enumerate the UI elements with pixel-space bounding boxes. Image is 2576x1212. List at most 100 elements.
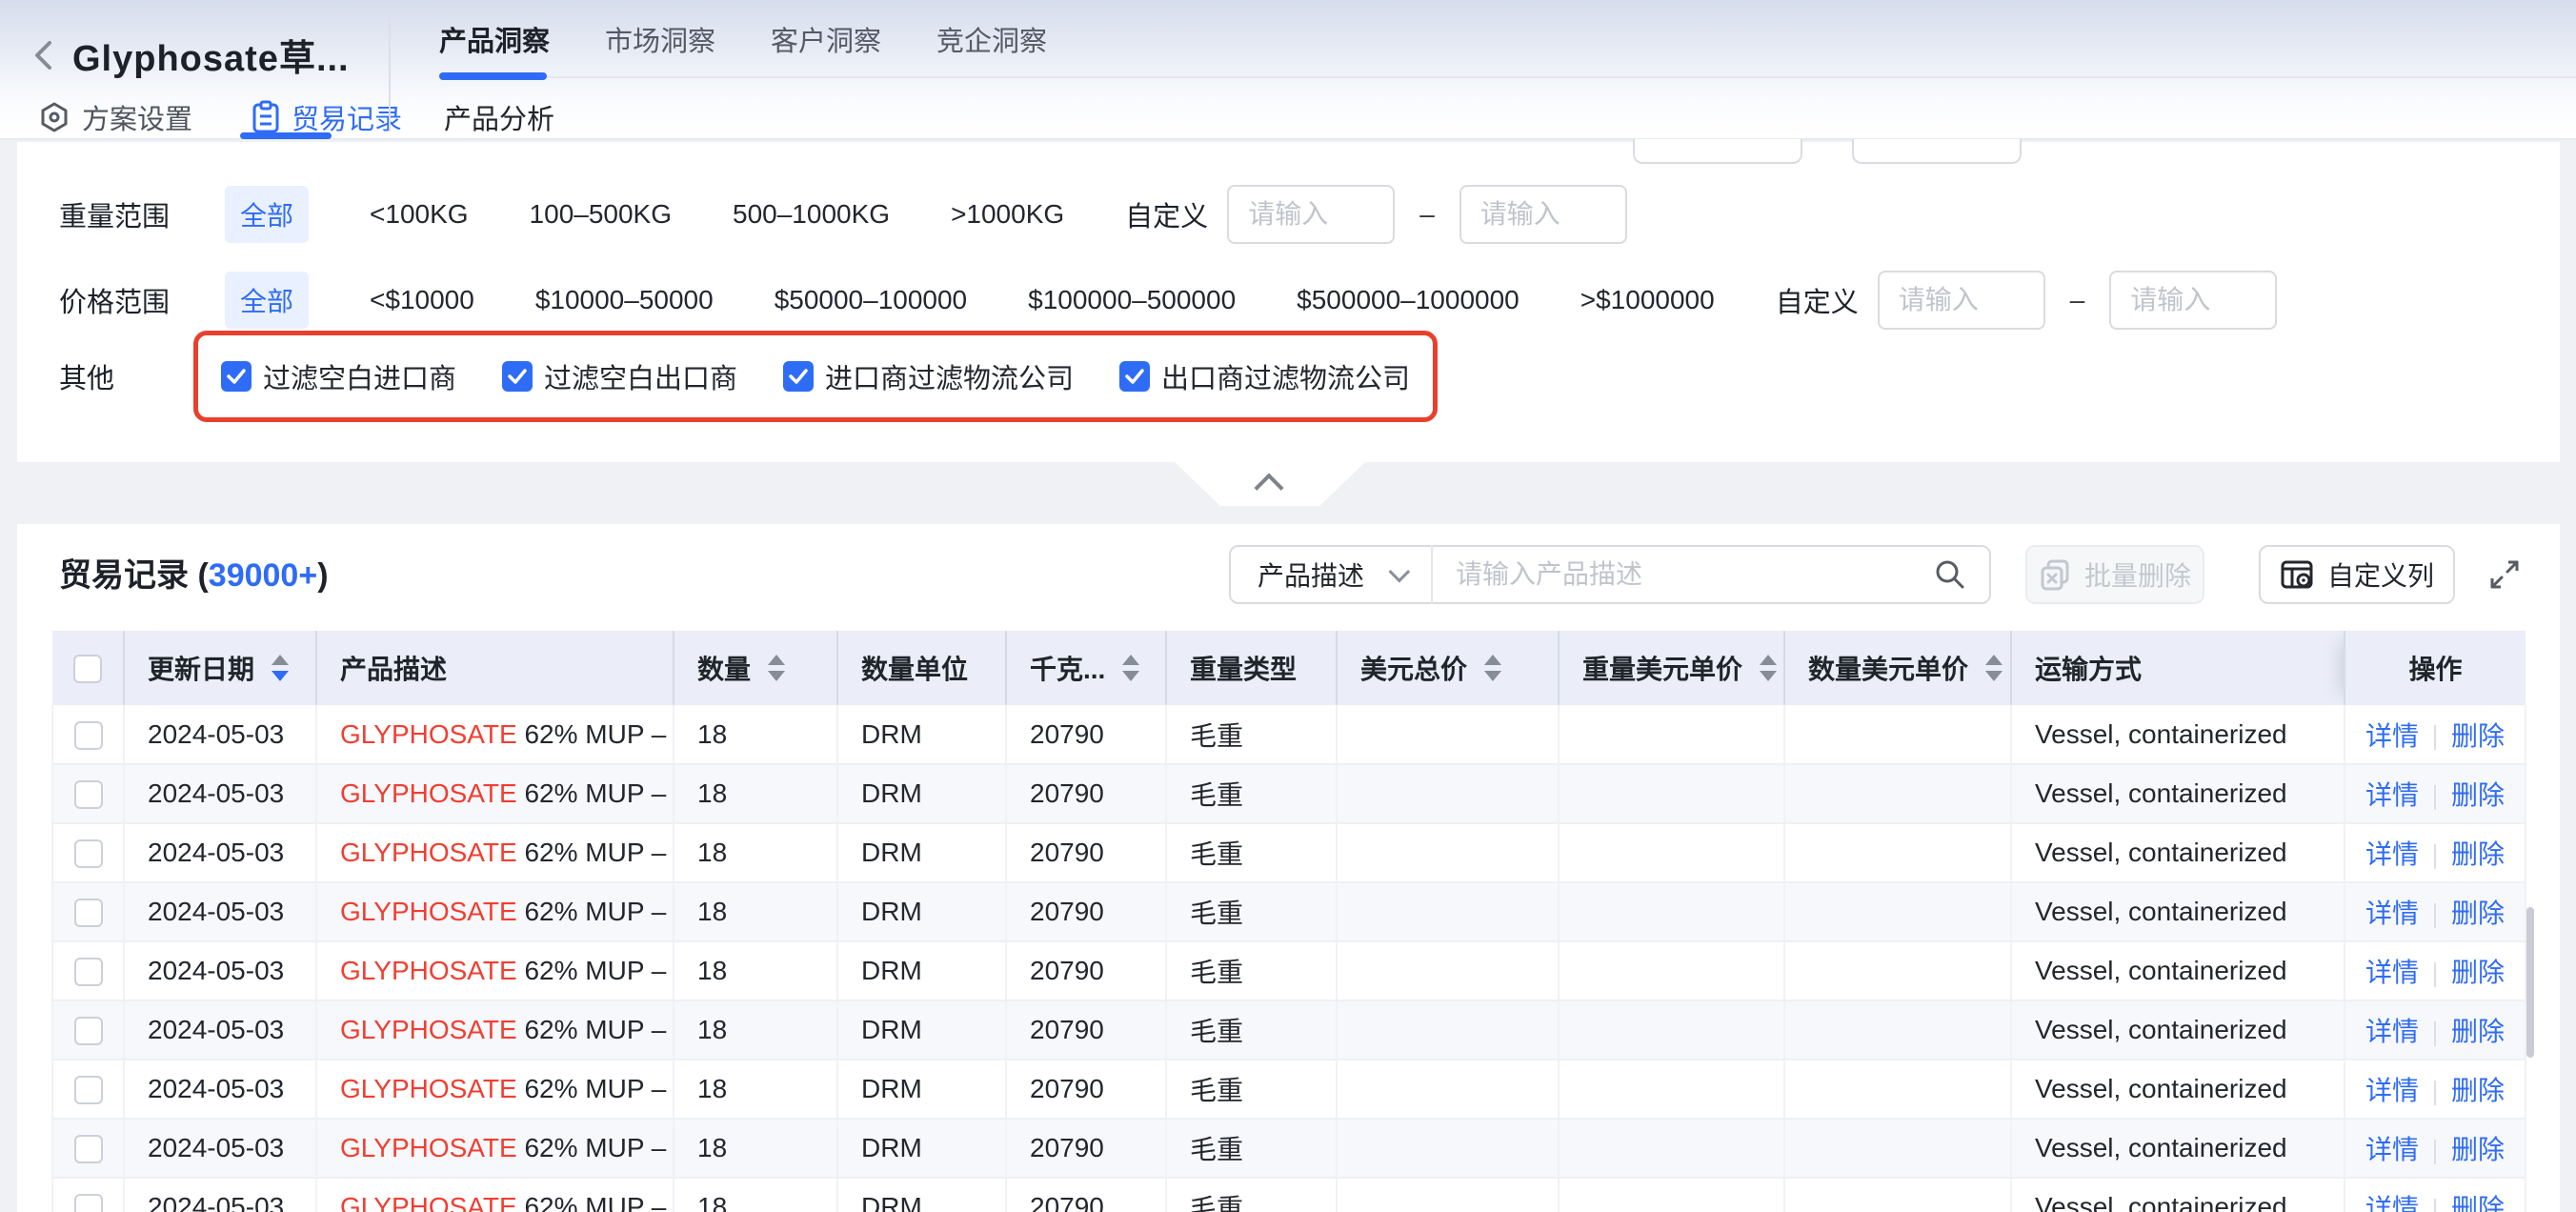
row-checkbox[interactable]: [74, 721, 103, 750]
action-divider: [2434, 1140, 2436, 1164]
weight-option-lt100[interactable]: <100KG: [370, 199, 469, 230]
subnav-item-trade-records[interactable]: 贸易记录: [252, 97, 402, 137]
price-option-6[interactable]: >$1000000: [1580, 285, 1715, 315]
sort-icon[interactable]: [1985, 655, 2002, 681]
product-description-search-input[interactable]: [1433, 547, 1934, 602]
weight-option-all[interactable]: 全部: [225, 186, 309, 243]
cell-kg: 20790: [1006, 1178, 1166, 1212]
tab-competitor-insight[interactable]: 竞企洞察: [936, 19, 1047, 59]
detail-link[interactable]: 详情: [2365, 958, 2419, 987]
cell-usd-per-qty: [1784, 1060, 2011, 1119]
delete-link[interactable]: 删除: [2451, 721, 2505, 751]
checkbox-label: 进口商过滤物流公司: [825, 356, 1074, 396]
detail-link[interactable]: 详情: [2365, 1076, 2419, 1105]
select-all-checkbox[interactable]: [73, 655, 102, 683]
price-option-4[interactable]: $100000–500000: [1028, 285, 1236, 315]
detail-link[interactable]: 详情: [2365, 1194, 2419, 1212]
price-option-5[interactable]: $500000–1000000: [1297, 285, 1519, 315]
checkbox-exporter-filter-logistics[interactable]: 出口商过滤物流公司: [1119, 356, 1410, 396]
detail-link[interactable]: 详情: [2365, 839, 2419, 869]
row-checkbox[interactable]: [74, 1135, 103, 1163]
cell-qty: 18: [674, 1060, 837, 1119]
batch-delete-label: 批量删除: [2084, 556, 2191, 594]
row-checkbox[interactable]: [74, 839, 103, 868]
detail-link[interactable]: 详情: [2365, 780, 2419, 810]
price-option-1[interactable]: <$10000: [370, 285, 474, 315]
col-header-update-date[interactable]: 更新日期: [124, 631, 316, 705]
weight-max-input[interactable]: [1459, 185, 1627, 244]
records-count: 39000+: [209, 557, 317, 594]
price-option-all[interactable]: 全部: [225, 272, 309, 329]
row-checkbox[interactable]: [74, 780, 103, 809]
sort-icon[interactable]: [768, 655, 785, 681]
weight-custom-label[interactable]: 自定义: [1125, 194, 1208, 234]
tab-product-insight[interactable]: 产品洞察: [439, 19, 550, 59]
price-min-input[interactable]: [1878, 271, 2045, 330]
price-max-input[interactable]: [2109, 271, 2277, 330]
cell-qty-unit: DRM: [837, 1060, 1006, 1119]
row-checkbox[interactable]: [74, 1017, 103, 1045]
delete-link[interactable]: 删除: [2451, 780, 2505, 810]
product-keyword-highlight: GLYPHOSATE: [340, 956, 517, 985]
clipped-filter-input-1[interactable]: [1633, 139, 1802, 164]
weight-option-100-500[interactable]: 100–500KG: [530, 199, 672, 230]
col-label: 数量单位: [861, 655, 968, 684]
action-divider: [2434, 1021, 2436, 1046]
row-checkbox[interactable]: [74, 1194, 103, 1212]
weight-option-gt1000[interactable]: >1000KG: [951, 199, 1064, 230]
collapse-filters-handle[interactable]: [1175, 462, 1365, 506]
delete-link[interactable]: 删除: [2451, 958, 2505, 987]
price-custom-label[interactable]: 自定义: [1776, 280, 1859, 320]
row-checkbox[interactable]: [74, 958, 103, 986]
sort-icon[interactable]: [1122, 655, 1139, 681]
fullscreen-button[interactable]: [2488, 558, 2521, 591]
delete-link[interactable]: 删除: [2451, 1194, 2505, 1212]
tab-product-analysis[interactable]: 产品分析: [444, 97, 554, 137]
custom-columns-button[interactable]: 自定义列: [2259, 545, 2455, 604]
subnav-item-plan-settings[interactable]: 方案设置: [38, 97, 192, 137]
col-header-select-all[interactable]: [52, 631, 124, 705]
detail-link[interactable]: 详情: [2365, 1017, 2419, 1046]
cell-usd-per-weight: [1559, 1178, 1784, 1212]
cell-qty: 18: [674, 1119, 837, 1178]
sort-icon[interactable]: [1760, 655, 1777, 681]
delete-link[interactable]: 删除: [2451, 1135, 2505, 1164]
detail-link[interactable]: 详情: [2365, 899, 2419, 928]
sort-icon[interactable]: [272, 655, 289, 681]
col-label: 更新日期: [148, 649, 254, 687]
cell-checkbox: [52, 823, 124, 882]
detail-link[interactable]: 详情: [2365, 1135, 2419, 1164]
price-option-3[interactable]: $50000–100000: [775, 285, 967, 315]
sort-icon[interactable]: [1484, 655, 1501, 681]
price-option-2[interactable]: $10000–50000: [535, 285, 714, 315]
delete-link[interactable]: 删除: [2451, 1076, 2505, 1105]
vertical-scrollbar-thumb[interactable]: [2526, 907, 2534, 1058]
action-divider: [2434, 1199, 2436, 1212]
clipped-filter-input-2[interactable]: [1852, 139, 2022, 164]
weight-min-input[interactable]: [1227, 185, 1395, 244]
search-button[interactable]: [1934, 558, 1989, 591]
delete-link[interactable]: 删除: [2451, 899, 2505, 928]
col-header-usd-per-weight[interactable]: 重量美元单价: [1559, 631, 1784, 705]
delete-link[interactable]: 删除: [2451, 839, 2505, 869]
col-header-usd-total[interactable]: 美元总价: [1337, 631, 1559, 705]
row-checkbox[interactable]: [74, 1076, 103, 1104]
row-checkbox[interactable]: [74, 899, 103, 927]
chevron-up-icon: [1254, 473, 1283, 502]
detail-link[interactable]: 详情: [2365, 721, 2419, 751]
checkbox-filter-blank-importer[interactable]: 过滤空白进口商: [221, 356, 456, 396]
tab-market-insight[interactable]: 市场洞察: [605, 19, 715, 59]
weight-option-500-1000[interactable]: 500–1000KG: [733, 199, 890, 230]
back-button[interactable]: [25, 36, 63, 74]
cell-usd-per-qty: [1784, 823, 2011, 882]
col-header-kg[interactable]: 千克...: [1006, 631, 1166, 705]
col-header-usd-per-qty[interactable]: 数量美元单价: [1784, 631, 2011, 705]
col-header-qty[interactable]: 数量: [674, 631, 837, 705]
batch-delete-button[interactable]: 批量删除: [2025, 545, 2204, 604]
checkbox-importer-filter-logistics[interactable]: 进口商过滤物流公司: [783, 356, 1074, 396]
tab-customer-insight[interactable]: 客户洞察: [771, 19, 881, 59]
cell-usd-per-weight: [1559, 1000, 1784, 1060]
delete-link[interactable]: 删除: [2451, 1017, 2505, 1046]
checkbox-filter-blank-exporter[interactable]: 过滤空白出口商: [502, 356, 737, 396]
search-field-selector[interactable]: 产品描述: [1231, 547, 1431, 602]
